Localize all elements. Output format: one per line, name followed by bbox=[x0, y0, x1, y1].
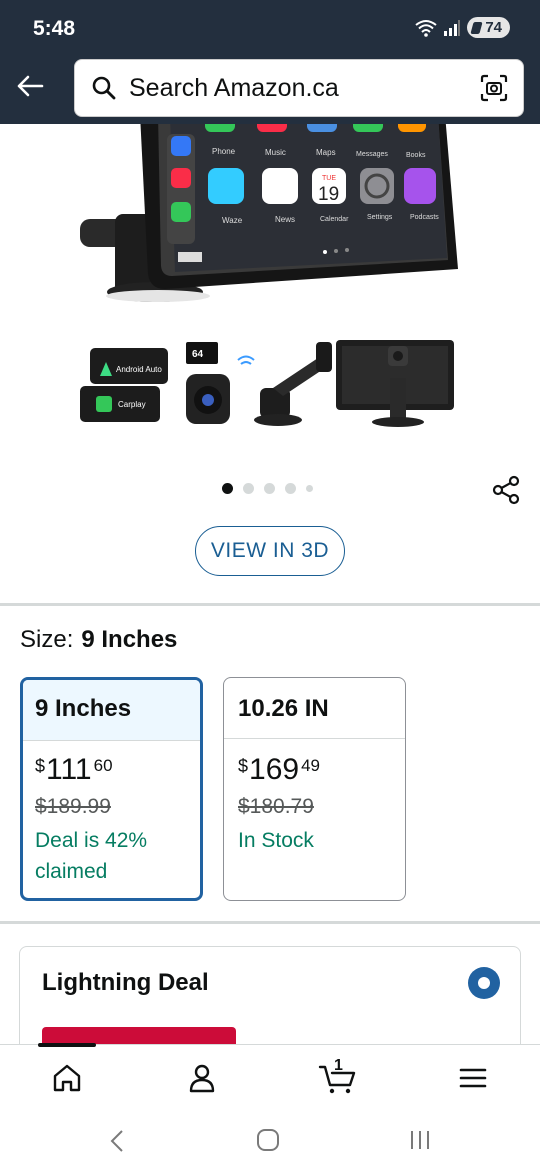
availability-text: Deal is 42% claimed bbox=[35, 829, 148, 883]
availability-text: In Stock bbox=[238, 829, 314, 852]
bottom-nav: 1 bbox=[0, 1043, 540, 1110]
carousel-dot-1[interactable] bbox=[222, 483, 233, 494]
app-label-settings: Settings bbox=[367, 214, 393, 221]
calendar-day: TUE bbox=[322, 175, 336, 182]
app-label-music: Music bbox=[265, 148, 286, 157]
calendar-date: 19 bbox=[318, 184, 339, 205]
size-option-9-inches[interactable]: 9 Inches $111 60 $189.99 Deal is 42% clai… bbox=[20, 677, 203, 901]
size-option-10-26-in[interactable]: 10.26 IN $169 49 $180.79 In Stock bbox=[223, 677, 406, 901]
carplay-screen: Phone Music Maps Messages Books TUE 19 W… bbox=[140, 124, 458, 289]
carousel-dot-3[interactable] bbox=[264, 483, 275, 494]
app-label-maps: Maps bbox=[316, 148, 336, 157]
status-bar: 5:48 74 bbox=[0, 0, 540, 58]
status-time: 5:48 bbox=[33, 17, 76, 40]
cart-button[interactable]: 1 bbox=[318, 1057, 358, 1095]
price-currency: $ bbox=[238, 756, 249, 776]
menu-icon[interactable] bbox=[456, 1061, 490, 1095]
view-in-3d-button[interactable]: VIEW IN 3D bbox=[195, 526, 345, 576]
header: Search Amazon.ca bbox=[0, 58, 540, 124]
share-icon[interactable] bbox=[490, 474, 522, 506]
system-recents-icon[interactable] bbox=[408, 1128, 432, 1152]
size-option-price: $169 49 bbox=[238, 753, 405, 787]
app-label-messages: Messages bbox=[356, 151, 388, 158]
image-carousel-dots[interactable] bbox=[222, 483, 313, 494]
price-whole: 169 bbox=[249, 753, 300, 786]
active-tab-indicator bbox=[38, 1043, 96, 1047]
signal-icon bbox=[444, 19, 461, 36]
section-divider bbox=[0, 921, 540, 924]
battery-indicator: 74 bbox=[467, 17, 510, 38]
android-auto-label: Android Auto bbox=[116, 365, 162, 374]
system-home-icon[interactable] bbox=[256, 1128, 280, 1152]
system-back-icon[interactable] bbox=[108, 1128, 126, 1154]
home-icon[interactable] bbox=[50, 1061, 84, 1095]
carousel-dot-4[interactable] bbox=[285, 483, 296, 494]
list-price: $180.79 bbox=[238, 795, 314, 818]
back-button[interactable] bbox=[12, 68, 48, 104]
size-selected-value: 9 Inches bbox=[81, 626, 178, 653]
price-cents: 49 bbox=[301, 756, 320, 775]
deal-title: Lightning Deal bbox=[42, 969, 209, 996]
size-label: Size: 9 Inches bbox=[20, 626, 177, 654]
size-option-price: $111 60 bbox=[35, 753, 200, 787]
app-label-phone: Phone bbox=[212, 147, 236, 156]
system-nav-bar bbox=[0, 1110, 540, 1170]
back-arrow-icon bbox=[17, 75, 44, 97]
carousel-dot-2[interactable] bbox=[243, 483, 254, 494]
app-label-calendar: Calendar bbox=[320, 216, 349, 223]
price-whole: 111 bbox=[46, 753, 92, 786]
app-label-waze: Waze bbox=[222, 216, 243, 225]
camera-scan-icon[interactable] bbox=[479, 73, 509, 103]
search-input[interactable]: Search Amazon.ca bbox=[74, 59, 524, 117]
price-currency: $ bbox=[35, 756, 46, 776]
sd-card-label: 64 bbox=[192, 349, 204, 360]
section-divider bbox=[0, 603, 540, 606]
app-label-books: Books bbox=[406, 152, 426, 159]
wifi-icon bbox=[415, 19, 437, 37]
size-label-text: Size: bbox=[20, 626, 74, 653]
account-icon[interactable] bbox=[185, 1061, 219, 1095]
cart-count: 1 bbox=[334, 1057, 343, 1074]
list-price: $189.99 bbox=[35, 795, 111, 818]
accessories-image: Android Auto Carplay 64 bbox=[78, 338, 458, 430]
size-option-name: 10.26 IN bbox=[224, 678, 405, 739]
status-icons: 74 bbox=[415, 17, 510, 38]
product-hero-image[interactable]: Phone Music Maps Messages Books TUE 19 W… bbox=[0, 124, 540, 324]
search-placeholder: Search Amazon.ca bbox=[129, 73, 339, 102]
deal-radio-button[interactable] bbox=[468, 967, 500, 999]
carousel-dot-5[interactable] bbox=[306, 485, 313, 492]
size-option-name: 9 Inches bbox=[23, 680, 200, 741]
price-cents: 60 bbox=[93, 756, 113, 775]
app-label-news: News bbox=[275, 215, 295, 224]
app-label-podcasts: Podcasts bbox=[410, 214, 439, 221]
carplay-label: Carplay bbox=[118, 400, 146, 409]
search-icon bbox=[92, 76, 116, 100]
